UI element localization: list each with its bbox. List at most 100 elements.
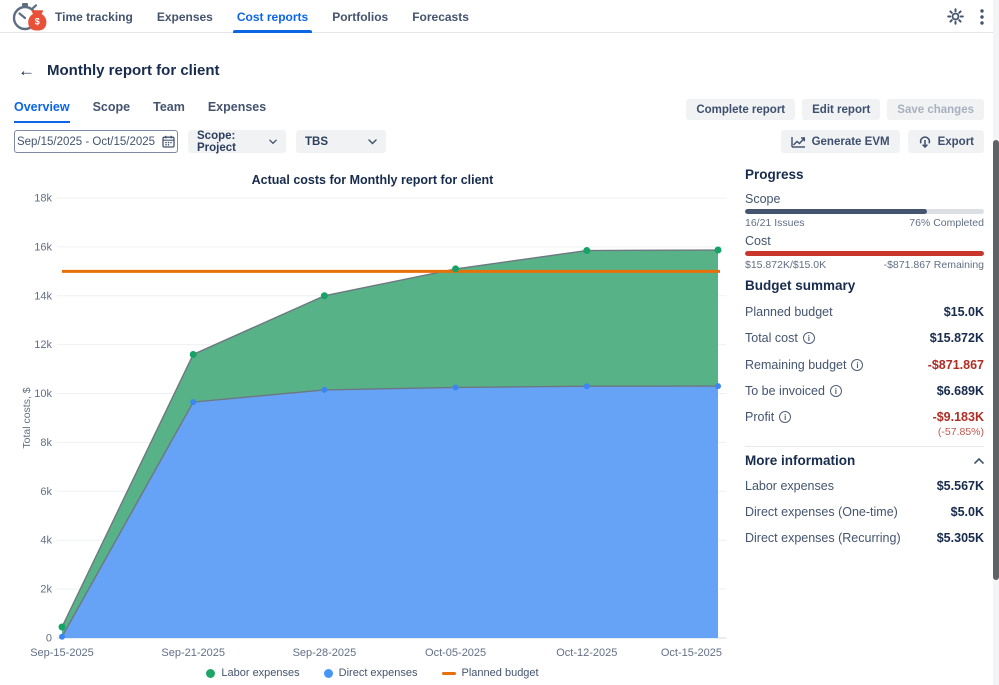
budget-row-label: To be invoiced [745, 384, 825, 398]
date-range-value: Sep/15/2025 - Oct/15/2025 [17, 136, 155, 148]
nav-item-expenses[interactable]: Expenses [157, 0, 213, 33]
chevron-down-icon [269, 139, 277, 145]
info-icon[interactable]: i [779, 411, 791, 423]
direct-legend-dot-icon [324, 669, 333, 678]
line-chart-icon [791, 136, 806, 148]
svg-text:14k: 14k [34, 290, 52, 302]
export-label: Export [938, 136, 974, 148]
chart-legend: Labor expenses Direct expenses Planned b… [0, 667, 745, 679]
generate-evm-button[interactable]: Generate EVM [781, 130, 900, 153]
budget-row-label: Planned budget [745, 305, 833, 319]
save-changes-button[interactable]: Save changes [887, 99, 984, 120]
complete-report-button[interactable]: Complete report [686, 99, 795, 120]
svg-text:12k: 12k [34, 339, 52, 351]
app-logo-icon[interactable]: $ [10, 2, 48, 32]
legend-label: Labor expenses [221, 667, 299, 679]
more-info-value: $5.305K [937, 531, 984, 545]
scrollbar-thumb[interactable] [993, 140, 999, 580]
legend-label: Planned budget [462, 667, 539, 679]
progress-heading: Progress [745, 167, 804, 182]
legend-label: Direct expenses [339, 667, 418, 679]
budget-row-label: Total cost [745, 331, 798, 345]
edit-report-button[interactable]: Edit report [802, 99, 880, 120]
info-icon[interactable]: i [803, 332, 815, 344]
top-navigation-bar: $ Time tracking Expenses Cost reports Po… [0, 0, 999, 33]
info-icon[interactable]: i [851, 359, 863, 371]
kebab-menu-icon[interactable] [980, 9, 984, 25]
cost-progress-bar [745, 251, 984, 256]
legend-item-labor-expenses[interactable]: Labor expenses [206, 667, 299, 679]
generate-evm-label: Generate EVM [812, 136, 890, 148]
scope-progress-bar [745, 209, 984, 214]
svg-text:Sep-21-2025: Sep-21-2025 [161, 647, 225, 659]
scope-select[interactable]: Scope: Project [188, 130, 286, 153]
budget-row-label: Remaining budget [745, 358, 846, 372]
svg-text:Total costs, $: Total costs, $ [21, 387, 33, 448]
scrollbar[interactable] [993, 0, 999, 685]
more-information-header[interactable]: More information [745, 453, 984, 468]
nav-item-forecasts[interactable]: Forecasts [412, 0, 469, 33]
svg-text:6k: 6k [40, 486, 52, 498]
tab-expenses[interactable]: Expenses [208, 100, 266, 123]
cost-chart-canvas: 02k4k6k8k10k12k14k16k18kTotal costs, $Se… [0, 160, 745, 685]
cost-report-page: $ Time tracking Expenses Cost reports Po… [0, 0, 999, 685]
info-icon[interactable]: i [830, 385, 842, 397]
primary-nav: Time tracking Expenses Cost reports Port… [55, 0, 469, 33]
chevron-down-icon [368, 139, 377, 145]
budget-row-profit: Profiti -$9.183K [745, 410, 984, 424]
legend-item-direct-expenses[interactable]: Direct expenses [324, 667, 418, 679]
svg-text:10k: 10k [34, 388, 52, 400]
profit-percent: (-57.85%) [938, 426, 984, 438]
budget-row-remaining: Remaining budget i -$871.867 [745, 358, 984, 372]
nav-item-cost-reports[interactable]: Cost reports [237, 0, 308, 33]
more-info-row-direct-onetime: Direct expenses (One-time) $5.0K [745, 505, 984, 519]
more-info-row-direct-recurring: Direct expenses (Recurring) $5.305K [745, 531, 984, 545]
nav-item-portfolios[interactable]: Portfolios [332, 0, 388, 33]
page-title: Monthly report for client [47, 62, 220, 79]
budget-row-value: $15.0K [944, 305, 984, 319]
back-arrow-icon[interactable]: ← [18, 61, 35, 81]
report-select[interactable]: TBS [296, 130, 386, 153]
svg-text:8k: 8k [40, 437, 52, 449]
svg-text:0: 0 [46, 633, 52, 645]
scope-progress-caption: 16/21 Issues 76% Completed [745, 217, 984, 229]
tab-team[interactable]: Team [153, 100, 185, 123]
svg-text:$: $ [35, 17, 40, 27]
budget-summary-heading: Budget summary [745, 278, 855, 293]
cost-progress-label: Cost [745, 234, 771, 248]
legend-item-planned-budget[interactable]: Planned budget [442, 667, 539, 679]
date-range-input[interactable]: Sep/15/2025 - Oct/15/2025 [14, 130, 178, 153]
svg-text:Sep-28-2025: Sep-28-2025 [293, 647, 357, 659]
budget-row-value: -$871.867 [928, 358, 984, 372]
scope-completed-pct: 76% Completed [909, 217, 984, 229]
budget-row-value: $6.689K [937, 384, 984, 398]
cost-remaining: -$871.867 Remaining [884, 259, 984, 271]
nav-item-time-tracking[interactable]: Time tracking [55, 0, 133, 33]
gear-icon[interactable] [947, 8, 964, 25]
chevron-up-icon[interactable] [974, 458, 984, 464]
tab-overview[interactable]: Overview [14, 100, 70, 123]
report-tabs: Overview Scope Team Expenses [14, 100, 266, 123]
more-info-value: $5.567K [937, 479, 984, 493]
chart-title: Actual costs for Monthly report for clie… [0, 173, 745, 187]
calendar-icon [162, 135, 175, 148]
planned-legend-line-icon [442, 672, 456, 675]
svg-text:Oct-05-2025: Oct-05-2025 [425, 647, 486, 659]
more-info-value: $5.0K [951, 505, 984, 519]
tab-scope[interactable]: Scope [93, 100, 131, 123]
svg-text:Sep-15-2025: Sep-15-2025 [30, 647, 94, 659]
svg-text:4k: 4k [40, 535, 52, 547]
cost-progress-caption: $15.872K/$15.0K -$871.867 Remaining [745, 259, 984, 271]
svg-text:Oct-12-2025: Oct-12-2025 [556, 647, 617, 659]
panel-divider [745, 446, 984, 447]
cost-spent-vs-budget: $15.872K/$15.0K [745, 259, 826, 271]
svg-text:18k: 18k [34, 193, 52, 205]
svg-text:Oct-15-2025: Oct-15-2025 [661, 647, 722, 659]
budget-row-label: Profit [745, 410, 774, 424]
download-icon [918, 135, 932, 148]
budget-row-to-be-invoiced: To be invoiced i $6.689K [745, 384, 984, 398]
export-button[interactable]: Export [908, 130, 984, 153]
scope-progress-label: Scope [745, 192, 780, 206]
more-info-row-labor: Labor expenses $5.567K [745, 479, 984, 493]
more-info-label: Labor expenses [745, 479, 834, 493]
